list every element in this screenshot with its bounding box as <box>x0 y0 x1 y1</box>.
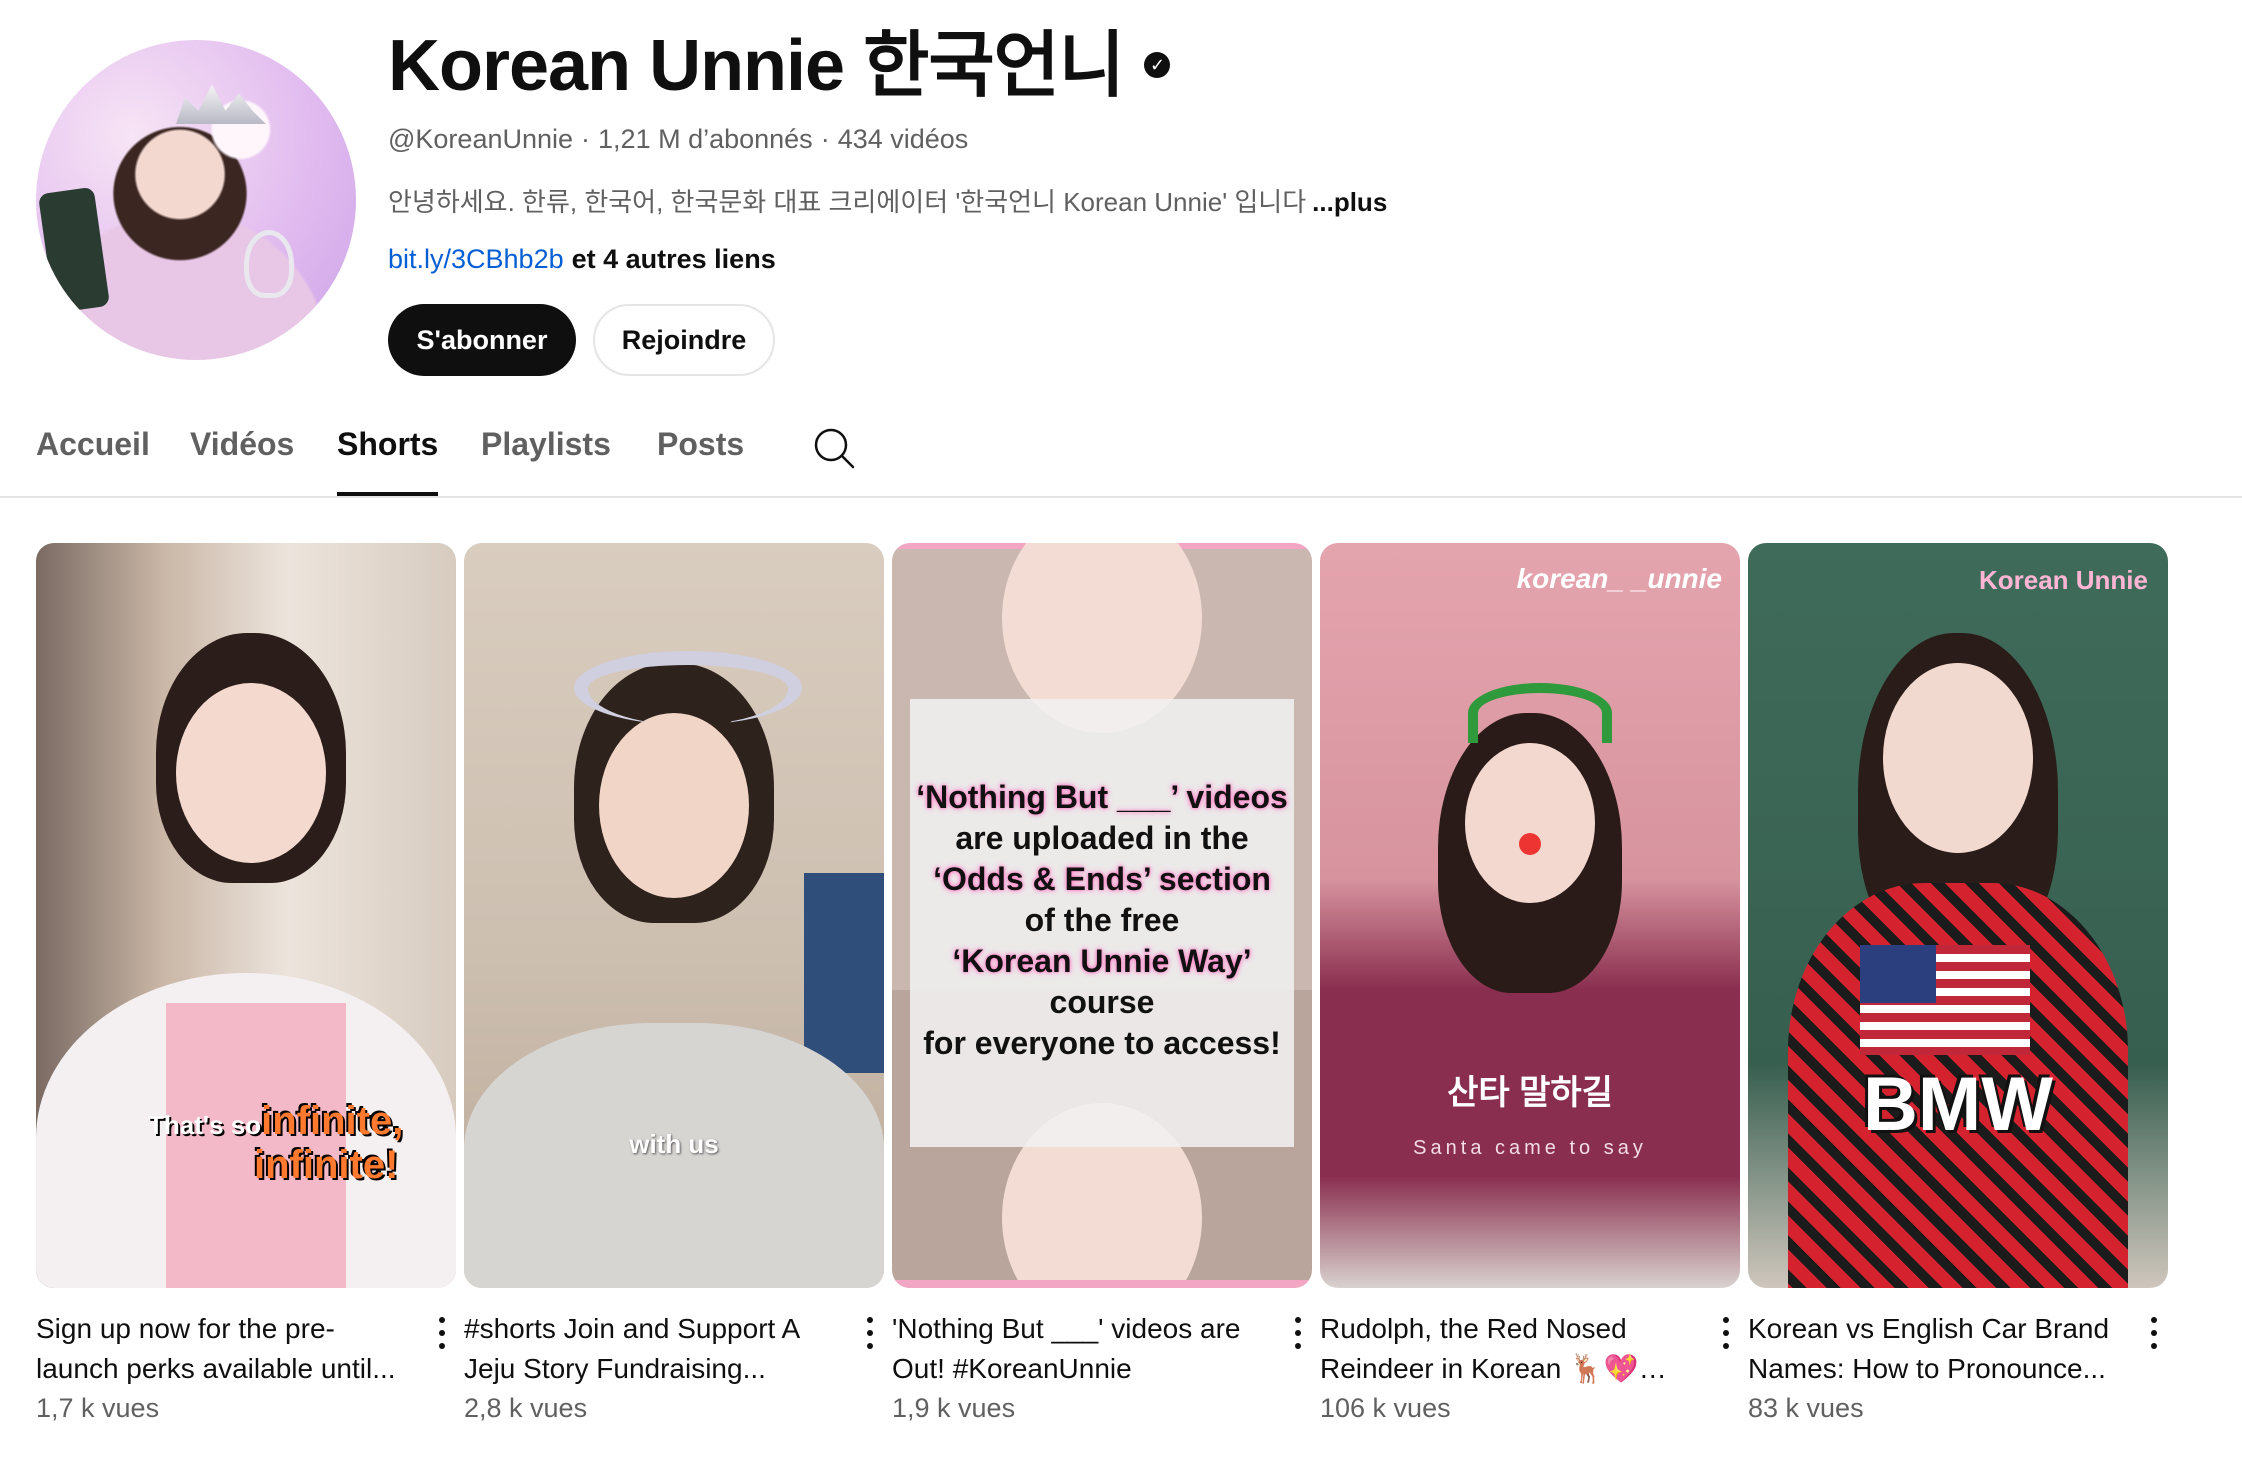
overlay-line: ‘Korean Unnie Way’ <box>952 943 1252 979</box>
tab-posts[interactable]: Posts <box>657 426 744 494</box>
overlay-line: are uploaded in the <box>955 820 1249 856</box>
tab-accueil[interactable]: Accueil <box>36 426 150 494</box>
overlay-text-box: ‘Nothing But ___’ videos are uploaded in… <box>910 699 1294 1147</box>
avatar-tiara-shape <box>176 84 266 124</box>
overlay-caption: That's soinfinite, <box>148 1099 404 1143</box>
short-views: 1,7 k vues <box>36 1393 160 1423</box>
short-card[interactable]: with us #shorts Join and Support A Jeju … <box>464 543 884 1439</box>
channel-description[interactable]: 안녕하세요. 한류, 한국어, 한국문화 대표 크리에이터 '한국언니 Kore… <box>388 182 1387 219</box>
us-flag-icon <box>1860 945 2030 1055</box>
more-link[interactable]: ...plus <box>1312 187 1387 217</box>
channel-handle: @KoreanUnnie <box>388 124 574 154</box>
more-vert-icon[interactable] <box>2142 1313 2166 1353</box>
face-shape <box>1465 743 1595 903</box>
overlay-caption: infinite! <box>254 1143 399 1187</box>
short-views: 1,9 k vues <box>892 1393 1016 1423</box>
face-shape <box>176 683 326 863</box>
short-card[interactable]: ‘Nothing But ___’ videos are uploaded in… <box>892 543 1312 1439</box>
antler-shape <box>1468 683 1612 743</box>
short-thumbnail[interactable]: That's soinfinite, infinite! <box>36 543 456 1288</box>
check-circle-icon: ✓ <box>1144 51 1171 78</box>
more-vert-icon[interactable] <box>1286 1313 1310 1353</box>
overlay-caption: 산타 말하길 <box>1447 1074 1613 1112</box>
headband-shape <box>574 651 802 725</box>
overlay-line: ‘Odds & Ends’ section <box>933 861 1271 897</box>
channel-meta: @KoreanUnnie · 1,21 M d’abonnés · 434 vidéos <box>388 124 968 155</box>
face-shape <box>1883 663 2033 853</box>
watermark-tag: Korean Unnie <box>1978 565 2148 595</box>
description-text: 안녕하세요. 한류, 한국어, 한국문화 대표 크리에이터 '한국언니 Kore… <box>388 187 1307 217</box>
overlay-line: course <box>1049 984 1155 1020</box>
watermark-tag: korean_ _unnie <box>1516 563 1722 594</box>
avatar-phone-shape <box>37 186 111 314</box>
short-thumbnail[interactable]: korean_ _unnie 산타 말하길 Santa came to say <box>1320 543 1740 1288</box>
join-button[interactable]: Rejoindre <box>593 304 775 376</box>
painting-shape <box>804 873 884 1073</box>
short-card[interactable]: korean_ _unnie 산타 말하길 Santa came to say … <box>1320 543 1740 1439</box>
avatar-wand-shape <box>244 230 294 298</box>
short-views: 106 k vues <box>1320 1393 1451 1423</box>
channel-name: Korean Unnie 한국언니 <box>388 26 1125 106</box>
channel-links: bit.ly/3CBhb2b et 4 autres liens <box>388 244 776 275</box>
face-shape <box>599 713 749 898</box>
overlay-caption: Santa came to say <box>1413 1137 1647 1159</box>
tab-playlists[interactable]: Playlists <box>481 426 611 494</box>
channel-title: Korean Unnie 한국언니 ✓ <box>388 24 1171 108</box>
overlay-line: for everyone to access! <box>923 1025 1281 1061</box>
tab-videos[interactable]: Vidéos <box>190 426 294 494</box>
short-title[interactable]: Sign up now for the pre-launch perks ava… <box>36 1309 406 1389</box>
more-vert-icon[interactable] <box>1714 1313 1738 1353</box>
short-title[interactable]: Korean vs English Car Brand Names: How t… <box>1748 1309 2118 1389</box>
short-thumbnail[interactable]: with us <box>464 543 884 1288</box>
overlay-line: of the free <box>1024 902 1180 938</box>
channel-tabs: Accueil Vidéos Shorts Playlists Posts <box>0 410 2242 498</box>
subscribe-button[interactable]: S'abonner <box>388 304 576 376</box>
separator-dot: · <box>820 124 830 154</box>
short-title[interactable]: 'Nothing But ___' videos are Out! #Korea… <box>892 1309 1262 1389</box>
search-icon[interactable] <box>812 426 856 470</box>
short-thumbnail[interactable]: Korean Unnie BMW <box>1748 543 2168 1288</box>
short-views: 2,8 k vues <box>464 1393 588 1423</box>
short-title[interactable]: #shorts Join and Support A Jeju Story Fu… <box>464 1309 834 1389</box>
subscriber-count: 1,21 M d’abonnés <box>598 124 813 154</box>
short-card[interactable]: That's soinfinite, infinite! Sign up now… <box>36 543 456 1439</box>
channel-avatar[interactable] <box>36 40 356 360</box>
separator-dot: · <box>581 124 591 154</box>
more-links[interactable]: et 4 autres liens <box>572 244 776 274</box>
tab-shorts[interactable]: Shorts <box>337 426 439 496</box>
overlay-line: ‘Nothing But ___’ videos <box>916 779 1288 815</box>
red-nose-shape <box>1519 833 1541 855</box>
video-count: 434 vidéos <box>837 124 969 154</box>
overlay-caption: BMW <box>1863 1062 2053 1147</box>
short-title[interactable]: Rudolph, the Red Nosed Reindeer in Korea… <box>1320 1309 1690 1389</box>
more-vert-icon[interactable] <box>430 1313 454 1353</box>
short-thumbnail[interactable]: ‘Nothing But ___’ videos are uploaded in… <box>892 543 1312 1288</box>
short-views: 83 k vues <box>1748 1393 1864 1423</box>
channel-link[interactable]: bit.ly/3CBhb2b <box>388 244 564 274</box>
frame-bar <box>892 1280 1312 1288</box>
overlay-caption: with us <box>629 1129 719 1159</box>
short-card[interactable]: Korean Unnie BMW Korean vs English Car B… <box>1748 543 2168 1439</box>
more-vert-icon[interactable] <box>858 1313 882 1353</box>
